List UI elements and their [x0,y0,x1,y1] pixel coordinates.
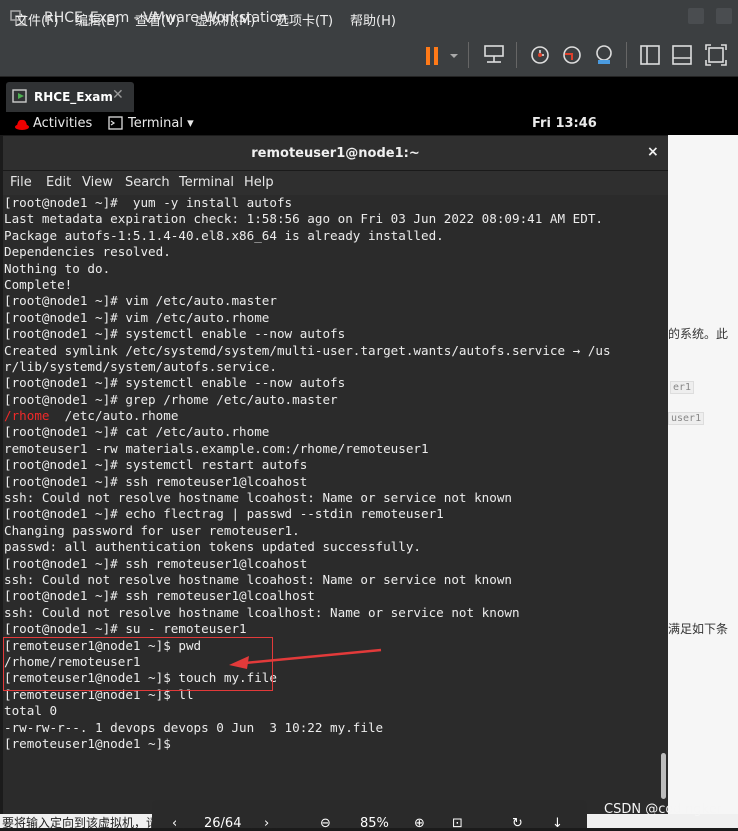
terminal-line: [remoteuser1@node1 ~]$ [4,735,171,751]
terminal-line: [root@node1 ~]# grep /rhome /etc/auto.ma… [4,391,338,407]
menu-view[interactable]: View [82,175,113,190]
redhat-logo-icon [15,119,29,130]
terminal-line: Created symlink /etc/systemd/system/mult… [4,342,611,358]
menu-file[interactable]: 文件(F) [15,10,59,29]
menu-file[interactable]: File [10,175,32,190]
menu-help[interactable]: 帮助(H) [350,10,396,29]
terminal-line: Nothing to do. [4,260,111,276]
terminal-line: [root@node1 ~]# cat /etc/auto.rhome [4,424,270,440]
toolbar-divider [516,42,517,68]
revert-snapshot-icon[interactable] [560,42,584,68]
menu-terminal[interactable]: Terminal [179,175,234,190]
zoom-out-icon[interactable]: ⊖ [320,816,331,831]
terminal-line: [root@node1 ~]# ssh remoteuser1@lcoahost [4,473,308,489]
zoom-in-icon[interactable]: ⊕ [414,816,425,831]
terminal-title: remoteuser1@node1:~ [251,146,420,161]
grep-rest: /etc/auto.rhome [49,408,179,424]
terminal-line: total 0 [4,703,58,719]
background-document [668,135,738,828]
grep-match: /rhome [4,408,50,424]
toolbar-divider [626,42,627,68]
terminal-line: Dependencies resolved. [4,244,171,260]
vmware-menubar [0,36,738,77]
menu-search[interactable]: Search [125,175,170,190]
toolbar-divider [468,42,469,68]
activities-button[interactable]: Activities [33,116,92,131]
background-badge: er1 [670,381,695,394]
rotate-icon[interactable]: ↻ [512,816,523,831]
tab-label: RHCE_Exam [34,90,113,104]
terminal-line: Last metadata expiration check: 1:58:56 … [4,211,603,227]
console-view-icon[interactable] [670,42,694,68]
fit-page-icon[interactable]: ⊡ [452,816,463,831]
fullscreen-icon[interactable] [704,42,728,68]
terminal-line: -rw-rw-r--. 1 devops devops 0 Jun 3 10:2… [4,719,384,735]
snapshot-icon[interactable] [528,42,552,68]
terminal-line: [root@node1 ~]# su - remoteuser1 [4,621,247,637]
terminal-line: [root@node1 ~]# systemctl enable --now a… [4,375,346,391]
menu-edit[interactable]: 编辑(E) [75,10,119,29]
terminal-line: [root@node1 ~]# yum -y install autofs [4,195,293,210]
pause-icon[interactable] [420,43,444,69]
background-text: 满足如下条 [668,622,729,636]
terminal-line: Changing password for user remoteuser1. [4,522,300,538]
snapshot-manager-icon[interactable] [592,42,616,68]
terminal-line: [root@node1 ~]# echo flectrag | passwd -… [4,506,444,522]
terminal-line: ssh: Could not resolve hostname lcoahost… [4,571,512,587]
background-text: 的系统。此 [668,327,729,341]
minimize-button[interactable] [682,0,710,36]
chevron-down-icon[interactable] [448,50,460,62]
zoom-level: 85% [360,816,389,831]
close-icon[interactable]: × [647,144,659,160]
page-indicator: 26/64 [204,816,242,831]
download-icon[interactable]: ↓ [552,816,563,831]
terminal-line: [root@node1 ~]# vim /etc/auto.master [4,293,277,309]
terminal-scrollbar[interactable] [661,753,666,799]
terminal-line: [root@node1 ~]# vim /etc/auto.rhome [4,309,270,325]
vm-running-icon [12,89,27,103]
terminal-line: [root@node1 ~]# systemctl enable --now a… [4,326,346,342]
prev-page-icon[interactable]: ‹ [172,816,177,831]
terminal-line: ssh: Could not resolve hostname lcoahost… [4,490,512,506]
terminal-line: ssh: Could not resolve hostname lcoalhos… [4,604,520,620]
terminal-line: [root@node1 ~]# systemctl restart autofs [4,457,308,473]
terminal-line: Package autofs-1:5.1.4-40.el8.x86_64 is … [4,227,444,243]
watermark: CSDN @codingker [604,802,723,817]
menu-view[interactable]: 查看(V) [135,10,180,29]
terminal-line: [root@node1 ~]# ssh remoteuser1@lcoahost [4,555,308,571]
arrow-annotation-icon [229,648,382,669]
terminal-app-menu[interactable]: Terminal ▾ [128,116,194,131]
terminal-line: passwd: all authentication tokens update… [4,539,422,555]
maximize-button[interactable] [710,0,738,36]
network-icon[interactable] [482,42,506,68]
menu-help[interactable]: Help [244,175,274,190]
clock[interactable]: Fri 13:46 [532,116,597,131]
terminal-line-grep-result: /rhome /etc/auto.rhome [4,408,611,424]
next-page-icon[interactable]: › [264,816,269,831]
menu-vm[interactable]: 虚拟机(M) [195,10,255,29]
terminal-line: Complete! [4,276,73,292]
terminal-line: r/lib/systemd/system/autofs.service. [4,358,277,374]
sidebar-toggle-icon[interactable] [638,42,662,68]
terminal-line: [root@node1 ~]# ssh remoteuser1@lcoalhos… [4,588,315,604]
terminal-line: remoteuser1 -rw materials.example.com:/r… [4,440,429,456]
background-badge: user1 [668,412,705,425]
tab-close-icon[interactable]: ✕ [112,87,124,103]
menu-tabs[interactable]: 选项卡(T) [276,10,333,29]
menu-edit[interactable]: Edit [46,175,71,190]
terminal-app-icon [108,116,123,130]
